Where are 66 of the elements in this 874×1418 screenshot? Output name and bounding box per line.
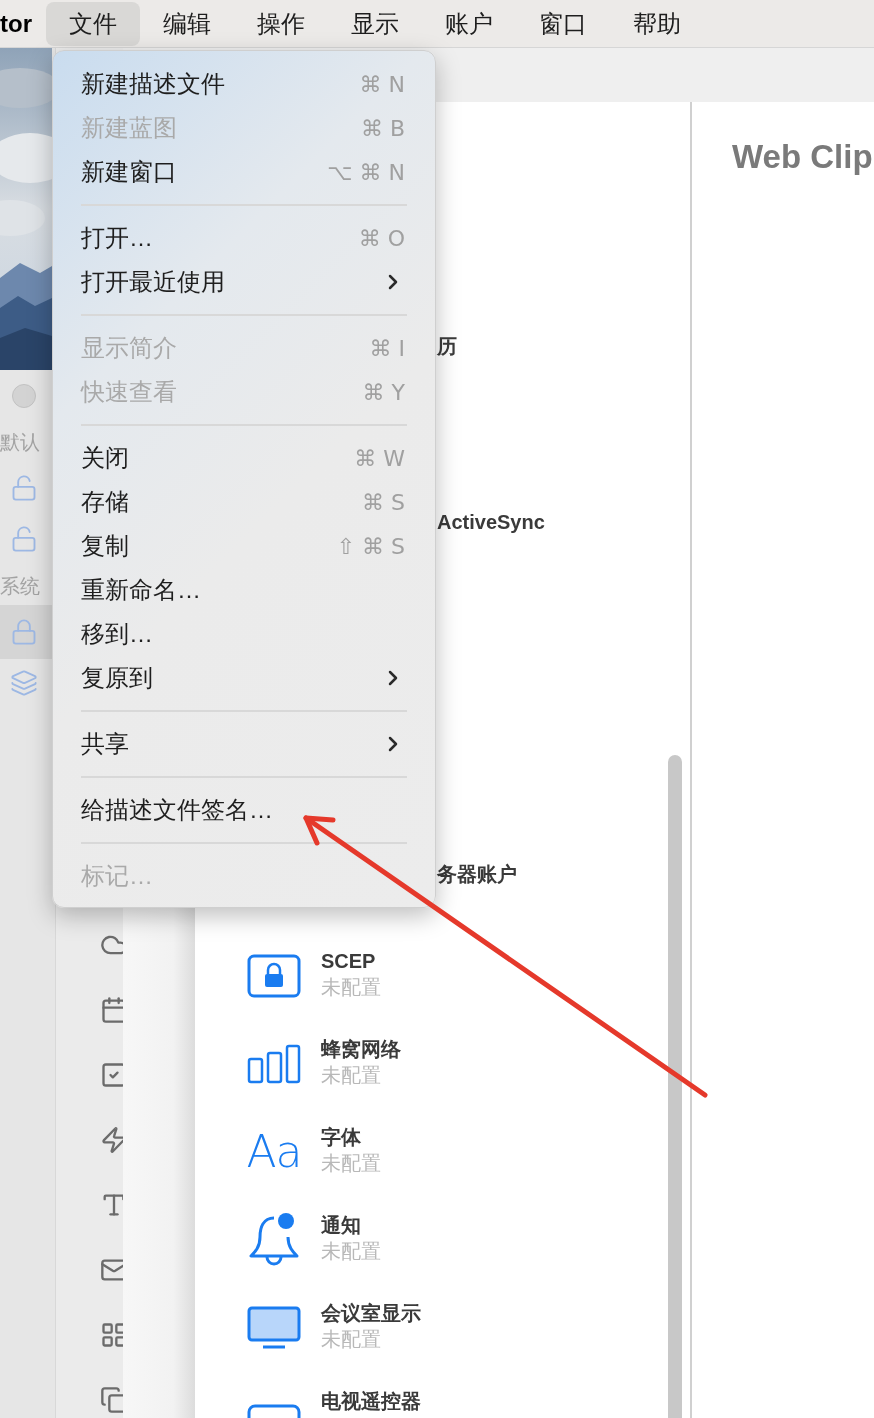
payload-row[interactable]: 电视遥控器: [195, 1372, 690, 1418]
payload-status: 未配置: [321, 1063, 382, 1088]
grid-icon[interactable]: [100, 1321, 123, 1349]
menu-item[interactable]: 复原到: [53, 656, 435, 700]
payload-title: 电视遥控器: [321, 1389, 421, 1414]
monitor-icon: [247, 1306, 301, 1350]
copy-icon[interactable]: [100, 1386, 123, 1414]
checkbox-icon[interactable]: [100, 1061, 123, 1089]
menu-bar-item[interactable]: 操作: [234, 1, 328, 46]
font-icon: Aa: [246, 1130, 302, 1174]
shortcut: ⌘ O: [358, 224, 405, 253]
payload-row[interactable]: 通知 未配置: [195, 1196, 690, 1284]
padlock-icon: [10, 618, 38, 646]
menu-item[interactable]: 给描述文件签名…: [53, 788, 435, 832]
menu-item[interactable]: 打开… ⌘ O: [53, 216, 435, 260]
payload-status: 未配置: [321, 1327, 382, 1352]
app-name[interactable]: tor: [0, 5, 32, 42]
payload-title: 蜂窝网络: [321, 1037, 401, 1062]
scrollbar[interactable]: [668, 755, 682, 1418]
shortcut: ⇧ ⌘ S: [336, 532, 405, 561]
open-padlock-icon: [10, 525, 38, 553]
padlock-icon: [247, 954, 301, 998]
payload-title: SCEP: [321, 949, 377, 974]
detail-title: Web Clip: [732, 138, 873, 175]
bolt-icon[interactable]: [100, 1126, 123, 1154]
stack-icon: [10, 669, 38, 697]
shortcut: ⌘ W: [354, 444, 405, 473]
menu-bar-item[interactable]: 帮助: [610, 1, 704, 46]
signal-bars-icon: [247, 1044, 301, 1084]
menu-bar-item[interactable]: 窗口: [516, 1, 610, 46]
menu-item[interactable]: 打开最近使用: [53, 260, 435, 304]
shortcut: ⌘ Y: [362, 378, 405, 407]
payload-status: 未配置: [321, 1239, 381, 1264]
payload-title: ActiveSync: [437, 510, 546, 534]
calendar-icon[interactable]: [100, 996, 123, 1024]
menu-item[interactable]: 移到…: [53, 612, 435, 656]
payload-title: 历: [437, 334, 458, 358]
payload-row[interactable]: 会议室显示 未配置: [195, 1284, 690, 1372]
menu-item[interactable]: 复制 ⇧ ⌘ S: [53, 524, 435, 568]
payload-title: 务器账户: [437, 862, 518, 886]
payload-title: 会议室显示: [321, 1301, 421, 1326]
bell-icon: [247, 1212, 301, 1268]
section-heading: 默认: [0, 430, 41, 454]
payload-status: 未配置: [321, 975, 381, 1000]
payload-status: 未配置: [321, 1151, 381, 1176]
shortcut: ⌘ S: [362, 488, 405, 517]
menu-item[interactable]: 关闭 ⌘ W: [53, 436, 435, 480]
open-padlock-icon: [10, 474, 38, 502]
menu-bar-item[interactable]: 账户: [422, 1, 516, 46]
menu-item[interactable]: 重新命名…: [53, 568, 435, 612]
menu-bar-item[interactable]: 显示: [328, 1, 422, 46]
menu-item[interactable]: 存储 ⌘ S: [53, 480, 435, 524]
shortcut: ⌘ B: [360, 114, 405, 143]
menu-item[interactable]: 新建描述文件 ⌘ N: [53, 62, 435, 106]
payload-title: 通知: [321, 1213, 362, 1238]
section-heading: 系统: [0, 574, 41, 598]
menu-bar-item[interactable]: 编辑: [140, 1, 234, 46]
menu-bar-item[interactable]: 文件: [46, 1, 140, 46]
menu-item[interactable]: 新建窗口 ⌥ ⌘ N: [53, 150, 435, 194]
payload-row[interactable]: SCEP 未配置: [195, 932, 690, 1020]
shortcut: ⌘ N: [359, 70, 405, 99]
shortcut: ⌘ I: [369, 334, 405, 363]
payload-row[interactable]: 蜂窝网络 未配置: [195, 1020, 690, 1108]
shortcut: ⌥ ⌘ N: [327, 158, 405, 187]
menu-item[interactable]: 共享: [53, 722, 435, 766]
payload-title: 字体: [321, 1125, 362, 1150]
